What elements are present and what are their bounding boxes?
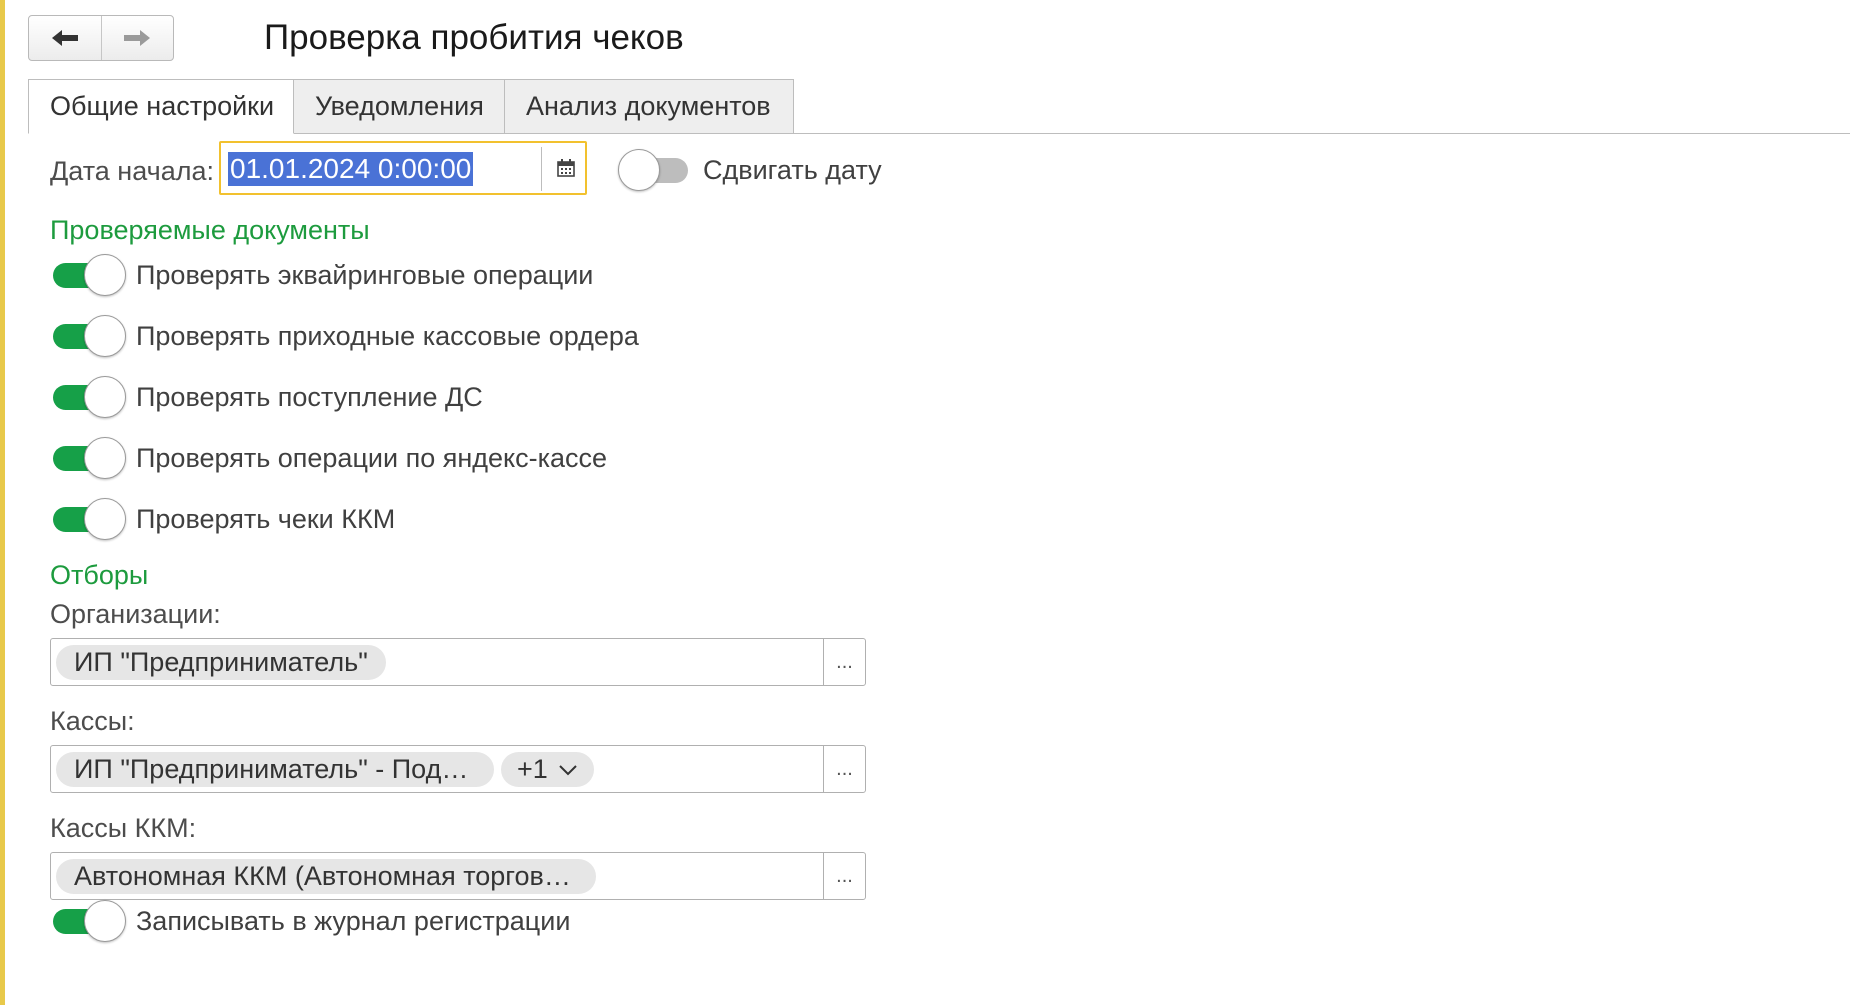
start-date-label: Дата начала: (50, 156, 214, 186)
start-date-input[interactable]: 01.01.2024 0:00:00 (219, 141, 587, 195)
log-registration-label: Записывать в журнал регистрации (136, 906, 571, 936)
organizations-select-button[interactable]: ... (824, 639, 865, 685)
cash-desks-field[interactable]: ИП "Предприниматель" - Под… +1 ... (50, 745, 866, 793)
checked-documents-heading: Проверяемые документы (50, 215, 370, 245)
funds-receipt-label: Проверять поступление ДС (136, 382, 483, 412)
kkm-receipts-label: Проверять чеки ККМ (136, 504, 396, 534)
organizations-label: Организации: (50, 599, 221, 629)
toggle-funds-receipt[interactable] (53, 376, 126, 418)
forward-button[interactable] (100, 16, 174, 60)
acquiring-operations-label: Проверять эквайринговые операции (136, 260, 594, 290)
kkm-label: Кассы ККМ: (50, 813, 197, 843)
window-title: Проверка пробития чеков (264, 18, 684, 57)
toggle-knob (84, 498, 126, 540)
organization-chip[interactable]: ИП "Предприниматель" (56, 645, 386, 680)
tab-general-settings[interactable]: Общие настройки (28, 79, 294, 134)
kkm-select-button[interactable]: ... (824, 853, 865, 899)
calendar-button[interactable] (549, 151, 583, 185)
tab-divider (794, 133, 1850, 134)
toggle-knob (618, 149, 660, 191)
cash-receipt-orders-label: Проверять приходные кассовые ордера (136, 321, 639, 351)
yandex-kassa-label: Проверять операции по яндекс-кассе (136, 443, 608, 473)
calendar-icon (557, 159, 575, 177)
chevron-down-icon (559, 764, 577, 775)
back-button[interactable] (29, 16, 101, 60)
cash-desks-extra-count: +1 (517, 754, 548, 784)
tab-document-analysis[interactable]: Анализ документов (505, 79, 794, 134)
kkm-chip[interactable]: Автономная ККМ (Автономная торгов… (56, 859, 596, 894)
filters-heading: Отборы (50, 560, 149, 590)
toggle-kkm-receipts[interactable] (53, 498, 126, 540)
toggle-yandex-kassa[interactable] (53, 437, 126, 479)
shift-date-label: Сдвигать дату (703, 155, 882, 185)
cash-desks-select-button[interactable]: ... (824, 746, 865, 792)
cash-desks-more-chip[interactable]: +1 (501, 752, 594, 787)
cash-desks-label: Кассы: (50, 706, 135, 736)
navigation-buttons (28, 15, 174, 61)
cash-desk-chip[interactable]: ИП "Предприниматель" - Под… (56, 752, 494, 787)
toggle-knob (84, 437, 126, 479)
kkm-field[interactable]: Автономная ККМ (Автономная торгов… ... (50, 852, 866, 900)
window-edge (0, 0, 5, 1005)
toggle-knob (84, 315, 126, 357)
tab-bar: Общие настройки Уведомления Анализ докум… (28, 79, 794, 134)
toggle-cash-receipt-orders[interactable] (53, 315, 126, 357)
arrow-left-icon (51, 30, 78, 46)
date-field-separator (541, 147, 542, 191)
start-date-value: 01.01.2024 0:00:00 (228, 152, 474, 186)
tab-notifications[interactable]: Уведомления (294, 79, 505, 134)
arrow-right-icon (124, 30, 151, 46)
toggle-acquiring-operations[interactable] (53, 254, 126, 296)
toggle-knob (84, 376, 126, 418)
toggle-knob (84, 254, 126, 296)
organizations-field[interactable]: ИП "Предприниматель" ... (50, 638, 866, 686)
toggle-log-registration[interactable] (53, 900, 126, 942)
shift-date-toggle[interactable] (618, 149, 691, 191)
toggle-knob (84, 900, 126, 942)
